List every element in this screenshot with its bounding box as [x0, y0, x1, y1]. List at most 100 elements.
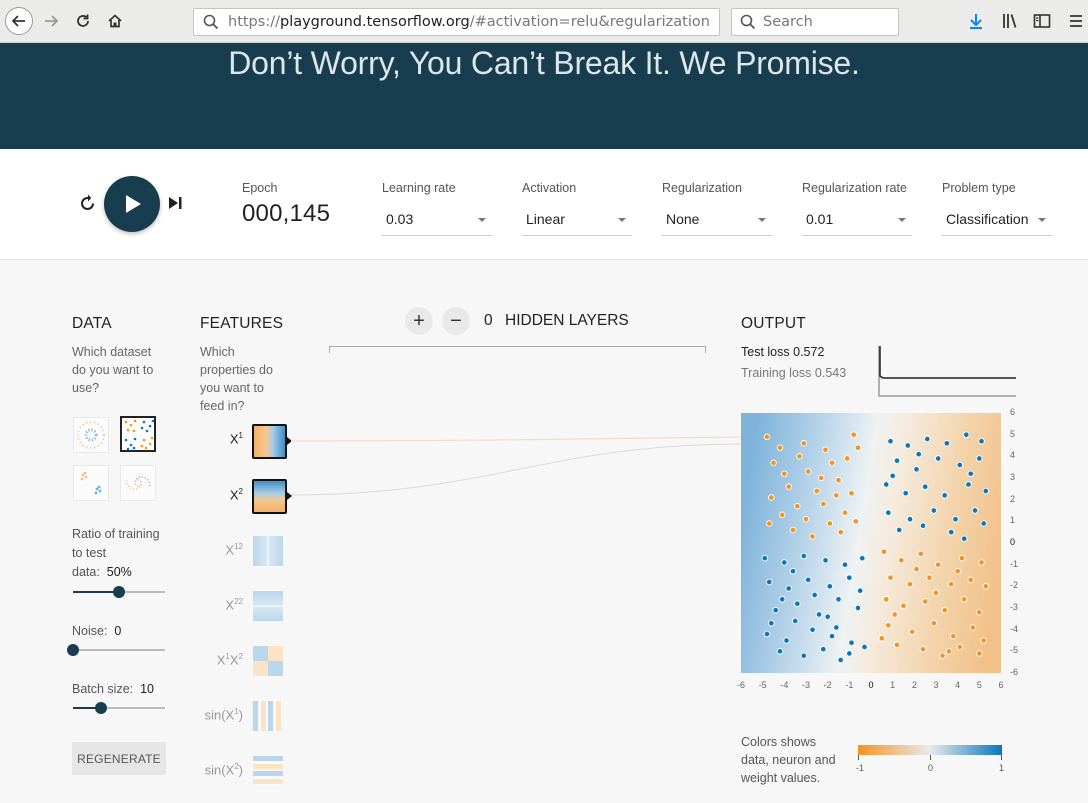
data-point: [960, 596, 968, 603]
features-question-line: feed in?: [200, 399, 245, 413]
data-point: [778, 596, 786, 603]
url-bar[interactable]: https://playground.tensorflow.org/#activ…: [193, 8, 720, 36]
data-point: [889, 472, 896, 480]
ratio-slider-knob[interactable]: [113, 586, 125, 598]
regularization-rate-value: 0.01: [806, 211, 834, 227]
dataset-spiral-thumbnail[interactable]: [120, 465, 156, 501]
x-tick-label: -1: [845, 680, 854, 690]
data-point: [783, 637, 790, 644]
data-point: [789, 567, 797, 575]
search-placeholder: Search: [763, 14, 813, 30]
regularization-select[interactable]: None: [662, 203, 772, 236]
epoch-label: Epoch: [242, 181, 278, 195]
activation-select[interactable]: Linear: [522, 203, 632, 236]
dataset-circle-thumbnail[interactable]: [73, 417, 109, 453]
data-point: [765, 520, 773, 527]
data-point: [794, 600, 801, 607]
feature-label-x1: X1: [199, 431, 243, 446]
feature-node-sin-x1[interactable]: [253, 701, 283, 731]
regenerate-button[interactable]: REGENERATE: [72, 742, 166, 775]
data-point: [776, 648, 784, 655]
data-point: [930, 619, 938, 627]
menu-icon[interactable]: [1066, 11, 1086, 31]
x-tick-label: -6: [737, 680, 746, 690]
reload-button[interactable]: [69, 7, 97, 35]
step-icon[interactable]: [167, 195, 185, 211]
data-point: [835, 596, 842, 603]
problem-type-label: Problem type: [942, 181, 1016, 195]
play-button[interactable]: [104, 176, 160, 232]
data-point: [802, 515, 810, 523]
data-point: [900, 602, 907, 610]
problem-type-select[interactable]: Classification: [942, 203, 1052, 236]
feature-node-x1-squared[interactable]: [253, 536, 283, 566]
data-point: [956, 643, 964, 651]
training-loss-label: Training loss: [741, 366, 812, 380]
data-point: [878, 635, 886, 642]
page-title: Don’t Worry, You Can’t Break It. We Prom…: [228, 45, 860, 81]
data-point: [947, 580, 955, 588]
colorbar-label-max: 1: [999, 763, 1005, 773]
learning-rate-value: 0.03: [386, 211, 414, 227]
colorbar-label-mid: 0: [928, 763, 934, 773]
feature-node-x1x2[interactable]: [253, 646, 283, 676]
feature-label-sin-x2: sin(X2): [199, 762, 243, 777]
data-point: [919, 522, 927, 529]
data-point: [969, 624, 977, 631]
data-point: [800, 440, 808, 447]
features-question-line: properties do: [200, 363, 273, 377]
batch-slider-knob[interactable]: [94, 702, 107, 714]
feature-label-sin-x1: sin(X1): [199, 707, 243, 722]
data-point: [904, 442, 912, 449]
data-point: [887, 574, 894, 581]
y-tick-label: -1: [1010, 558, 1019, 569]
x-tick-label: -2: [823, 680, 832, 690]
data-point: [828, 459, 836, 467]
noise-slider-knob[interactable]: [67, 644, 79, 656]
data-point: [893, 457, 901, 464]
regularization-rate-select[interactable]: 0.01: [802, 203, 912, 236]
back-button[interactable]: [5, 7, 33, 35]
home-button[interactable]: [101, 7, 129, 35]
feature-node-x1[interactable]: [252, 424, 287, 459]
batch-value: 10: [140, 682, 154, 696]
feature-node-sin-x2[interactable]: [253, 756, 283, 786]
data-point: [934, 455, 942, 462]
data-point: [934, 561, 942, 568]
feature-node-x2-squared[interactable]: [253, 591, 283, 621]
data-point: [800, 652, 808, 659]
data-point: [789, 526, 797, 534]
ratio-value-line: data: 50%: [72, 563, 160, 582]
features-question-line: Which: [200, 345, 235, 359]
dataset-gauss-thumbnail[interactable]: [73, 465, 109, 501]
feature-sup: 2: [238, 487, 243, 496]
test-loss-curve: [879, 346, 1016, 379]
sidebar-icon[interactable]: [1032, 11, 1052, 31]
learning-rate-select[interactable]: 0.03: [382, 203, 492, 236]
reset-icon[interactable]: [78, 193, 98, 213]
data-point: [817, 474, 825, 482]
test-loss-value: 0.572: [793, 345, 825, 359]
feature-base: X: [225, 597, 235, 613]
library-icon[interactable]: [1000, 11, 1020, 31]
colorbar-tick: [930, 755, 931, 760]
feature-node-x2[interactable]: [252, 479, 287, 514]
regularization-value: None: [666, 211, 700, 227]
x-tick-label: -4: [780, 680, 789, 690]
download-icon[interactable]: [966, 11, 986, 31]
dataset-xor-thumbnail[interactable]: [120, 416, 156, 452]
decision-boundary-plot: [741, 413, 1001, 673]
search-input[interactable]: Search: [731, 8, 899, 36]
remove-layer-button[interactable]: −: [442, 307, 470, 335]
url-path: /#activation=relu&regularization: [469, 14, 710, 30]
forward-button[interactable]: [37, 7, 65, 35]
data-point: [763, 433, 771, 441]
y-tick-label: -6: [1010, 667, 1019, 677]
data-point: [765, 578, 773, 586]
features-question-line: you want to: [200, 381, 264, 395]
feature-tail: 2: [238, 597, 243, 606]
feature-sup: 1: [238, 431, 243, 440]
x-tick-label: 5: [976, 680, 982, 690]
data-point: [980, 637, 987, 644]
add-layer-button[interactable]: +: [405, 307, 433, 335]
